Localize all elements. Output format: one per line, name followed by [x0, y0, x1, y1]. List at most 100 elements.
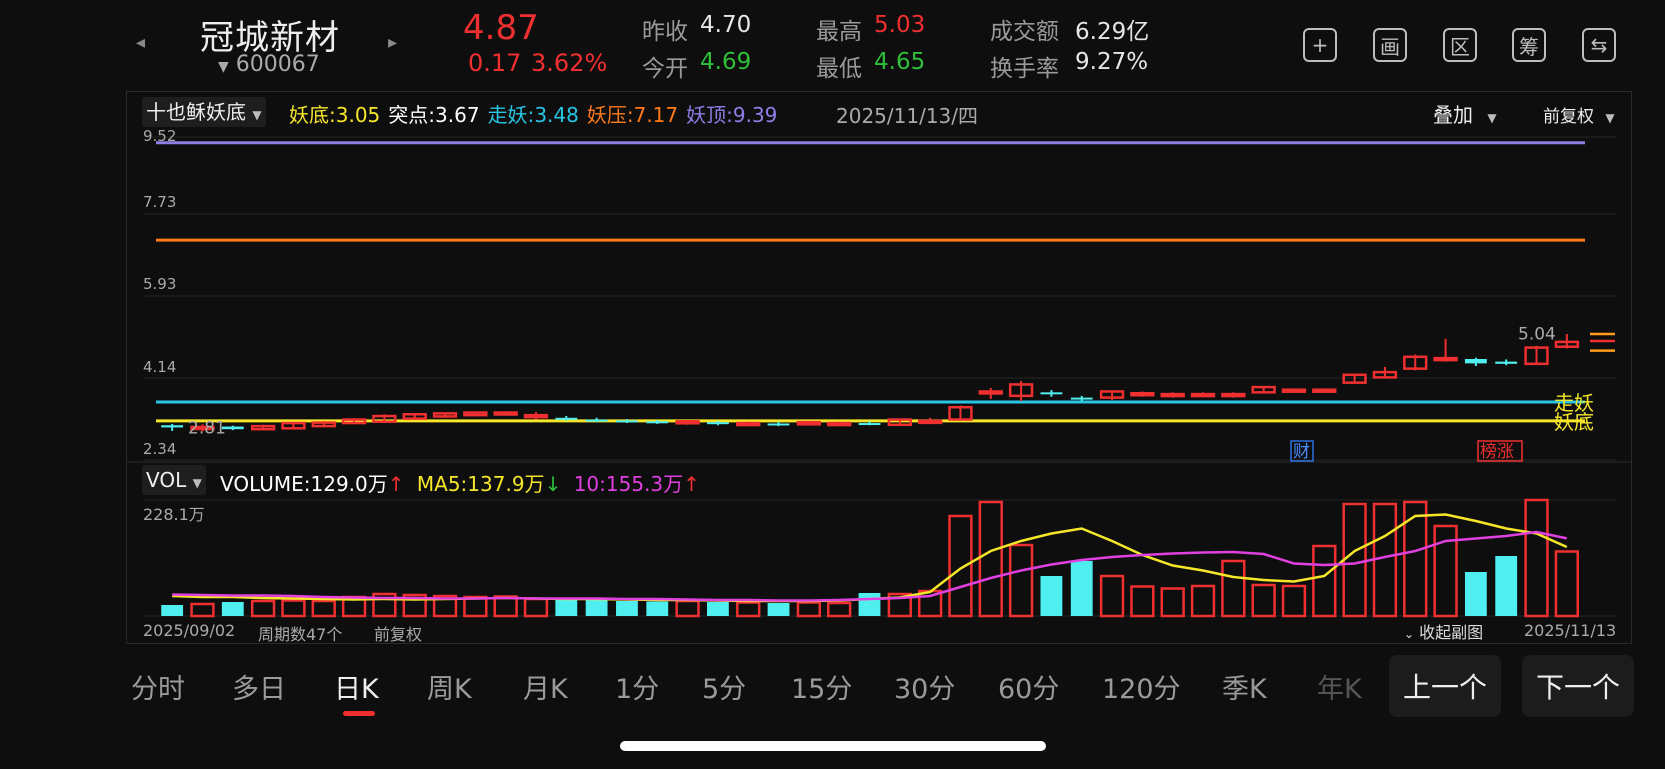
- volume-bar: [646, 601, 669, 616]
- chevron-down-icon: ⌄: [1404, 627, 1415, 641]
- volume-bar: [555, 600, 578, 616]
- high-price-label: 5.04: [1518, 325, 1556, 345]
- volume-bar: [675, 599, 700, 618]
- volume-bar: [1130, 585, 1155, 618]
- volume-bar: [190, 602, 215, 618]
- y-tick-label: 7.73: [143, 193, 176, 211]
- low-price-label: 2.81: [188, 418, 226, 438]
- candle-body: [736, 421, 761, 427]
- ma5-line: [172, 513, 1568, 603]
- volume-bar: [1403, 500, 1428, 618]
- candle-body: [827, 421, 852, 427]
- y-tick-label: 4.14: [143, 358, 176, 376]
- volume-bar: [1251, 583, 1276, 618]
- tab-0[interactable]: 分时: [131, 667, 185, 706]
- active-tab-indicator: [343, 711, 375, 716]
- tab-11[interactable]: 季K: [1222, 667, 1267, 706]
- candle-body: [523, 413, 549, 419]
- chevron-down-icon: ▼: [192, 476, 202, 490]
- volume-value: 129.0万: [310, 472, 388, 496]
- volume-bar: [1524, 498, 1549, 618]
- volume-bar: [1221, 559, 1246, 618]
- arrow-up-icon: ↑: [387, 472, 405, 496]
- candle-body: [646, 421, 669, 424]
- candlestick-chart[interactable]: 9.527.735.934.142.342.815.04走妖妖底财 榜涨: [0, 0, 1665, 769]
- volume-max-label: 228.1万: [143, 505, 205, 524]
- volume-bar: [493, 595, 518, 618]
- tab-4[interactable]: 月K: [523, 667, 568, 706]
- candle-body: [1070, 397, 1093, 400]
- volume-bar: [1312, 544, 1337, 618]
- end-date: 2025/11/13: [1524, 621, 1617, 640]
- volume-bar: [311, 599, 336, 618]
- candle-body: [161, 425, 184, 428]
- candle-body: [1312, 388, 1337, 393]
- arrow-down-icon: ↓: [544, 472, 562, 496]
- volume-bar: [221, 602, 244, 616]
- volume-bar: [585, 600, 608, 616]
- tab-7[interactable]: 15分: [791, 667, 852, 706]
- tab-5[interactable]: 1分: [615, 667, 659, 706]
- period-count: 周期数47个: [258, 625, 343, 644]
- volume-bar: [1070, 561, 1093, 616]
- volume-bar: [827, 601, 852, 618]
- volume-bar: [250, 599, 276, 618]
- collapse-label: 收起副图: [1419, 623, 1484, 642]
- ma10-line: [172, 530, 1568, 602]
- next-button[interactable]: 下一个: [1522, 655, 1634, 717]
- candle-body: [796, 420, 822, 426]
- candle-body: [1464, 358, 1487, 364]
- tab-12[interactable]: 年K: [1317, 667, 1362, 706]
- volume-bar: [948, 514, 973, 618]
- candle-body: [1130, 391, 1155, 397]
- candle-body: [1495, 361, 1518, 364]
- volume-bar: [1342, 502, 1367, 618]
- tab-8[interactable]: 30分: [894, 667, 955, 706]
- candle-body: [1040, 392, 1063, 395]
- volume-bar: [1160, 587, 1185, 618]
- volume-bar: [1008, 543, 1034, 618]
- volume-bar: [1372, 502, 1398, 618]
- tab-3[interactable]: 周K: [427, 667, 472, 706]
- zone-label: 妖底: [1554, 410, 1594, 434]
- tab-10[interactable]: 120分: [1102, 667, 1181, 706]
- volume-bar: [796, 601, 822, 618]
- prev-button[interactable]: 上一个: [1389, 655, 1501, 717]
- tab-1[interactable]: 多日: [232, 667, 286, 706]
- ma5-value: 137.9万: [467, 472, 545, 496]
- volume-bar: [1099, 574, 1125, 618]
- volume-label: VOLUME:: [220, 472, 311, 496]
- candle-body: [1433, 356, 1458, 362]
- candle-body: [706, 422, 729, 425]
- volume-bar: [767, 603, 790, 616]
- finance-badge: 财: [1293, 442, 1310, 462]
- ma10-value: 155.3万: [605, 472, 684, 496]
- candle-body: [555, 417, 578, 420]
- ma5-label: MA5:: [416, 472, 468, 496]
- candle-body: [675, 420, 700, 425]
- candle-body: [858, 423, 881, 426]
- ma10-label: 10:: [573, 472, 606, 496]
- volume-bar: [1281, 584, 1307, 618]
- candle-body: [493, 411, 518, 416]
- candle-body: [1160, 392, 1185, 398]
- candle-body: [767, 423, 790, 426]
- list-badge: 榜涨: [1480, 442, 1514, 462]
- volume-bar: [161, 605, 184, 616]
- tab-9[interactable]: 60分: [998, 667, 1059, 706]
- volume-legend: VOLUME:129.0万↑ MA5:137.9万↓ 10:155.3万↑: [220, 468, 700, 497]
- y-tick-label: 5.93: [143, 275, 176, 293]
- candle-body: [1221, 392, 1246, 398]
- collapse-subchart-button[interactable]: ⌄ 收起副图: [1404, 619, 1483, 643]
- volume-bar: [616, 601, 638, 616]
- candle-body: [1281, 388, 1307, 393]
- candle-body: [978, 390, 1003, 395]
- tab-2[interactable]: 日K: [334, 667, 379, 706]
- volume-bar: [523, 597, 549, 618]
- candle-body: [585, 419, 608, 422]
- volume-indicator-selector[interactable]: VOL ▼: [142, 465, 206, 495]
- volume-bar: [736, 601, 761, 618]
- tab-6[interactable]: 5分: [702, 667, 746, 706]
- volume-bar: [1040, 576, 1063, 616]
- arrow-up-icon: ↑: [683, 472, 700, 496]
